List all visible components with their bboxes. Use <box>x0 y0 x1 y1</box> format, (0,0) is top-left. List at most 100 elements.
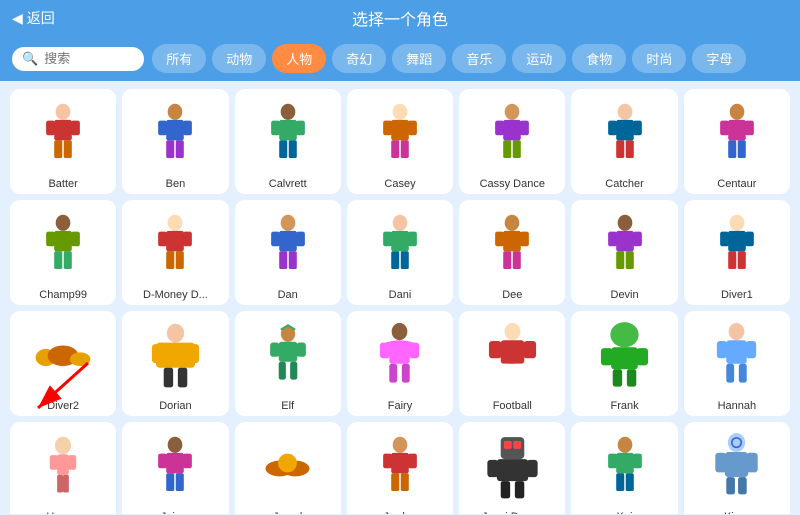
sprite-card[interactable]: Jaime <box>122 422 228 514</box>
sprite-name: Calvrett <box>269 178 307 190</box>
sprite-name: Hannah <box>718 400 757 412</box>
sprite-card[interactable]: Dani <box>347 200 453 305</box>
sprite-figure <box>351 206 449 287</box>
page-title: 选择一个角色 <box>352 12 448 29</box>
sprite-card[interactable]: Devin <box>571 200 677 305</box>
sprite-figure <box>14 95 112 176</box>
sprite-name: Dan <box>278 289 298 301</box>
sprite-figure <box>14 317 112 398</box>
back-button[interactable]: ◀ 返回 <box>12 8 55 28</box>
sprite-card[interactable]: Casey <box>347 89 453 194</box>
sprite-name: Fairy <box>388 400 412 412</box>
sprite-figure <box>575 428 673 509</box>
sprite-name: Devin <box>611 289 639 301</box>
category-btn-letters[interactable]: 字母 <box>692 44 746 73</box>
sprite-figure <box>14 428 112 509</box>
sprite-figure <box>239 317 337 398</box>
sprite-name: Kiran <box>724 511 750 514</box>
search-box[interactable]: 🔍 <box>12 47 144 71</box>
sprite-name: D-Money D... <box>143 289 208 301</box>
category-btn-food[interactable]: 食物 <box>572 44 626 73</box>
back-label: 返回 <box>27 8 55 28</box>
sprite-card[interactable]: Hannah <box>684 311 790 416</box>
sprite-figure <box>239 95 337 176</box>
sprite-card[interactable]: Kiran <box>684 422 790 514</box>
sprite-name: Batter <box>48 178 77 190</box>
sprite-name: Dee <box>502 289 522 301</box>
sprite-figure <box>463 428 561 509</box>
sprite-figure <box>688 317 786 398</box>
sprite-name: Jamal <box>273 511 302 514</box>
sprite-name: Jordyn <box>383 511 416 514</box>
sprite-name: Jouvi Dance <box>482 511 543 514</box>
sprite-card[interactable]: D-Money D... <box>122 200 228 305</box>
sprite-name: Jaime <box>161 511 190 514</box>
sprite-card[interactable]: Batter <box>10 89 116 194</box>
category-btn-all[interactable]: 所有 <box>152 44 206 73</box>
sprite-card[interactable]: Jouvi Dance <box>459 422 565 514</box>
sprite-figure <box>575 317 673 398</box>
sprite-name: Dorian <box>159 400 191 412</box>
sprite-card[interactable]: Cassy Dance <box>459 89 565 194</box>
category-buttons: 所有动物人物奇幻舞蹈音乐运动食物时尚字母 <box>152 44 746 73</box>
sprite-figure <box>126 206 224 287</box>
sprite-name: Diver2 <box>47 400 79 412</box>
sprite-figure <box>126 317 224 398</box>
category-btn-sports[interactable]: 运动 <box>512 44 566 73</box>
category-btn-people[interactable]: 人物 <box>272 44 326 73</box>
search-input[interactable] <box>44 51 134 66</box>
category-btn-animals[interactable]: 动物 <box>212 44 266 73</box>
sprite-figure <box>239 428 337 509</box>
sprite-card[interactable]: Centaur <box>684 89 790 194</box>
sprite-figure <box>351 95 449 176</box>
back-arrow-icon: ◀ <box>12 10 23 27</box>
sprite-name: Casey <box>384 178 415 190</box>
category-btn-fashion[interactable]: 时尚 <box>632 44 686 73</box>
sprite-card[interactable]: Fairy <box>347 311 453 416</box>
sprite-card[interactable]: Football <box>459 311 565 416</box>
sprite-figure <box>463 95 561 176</box>
sprite-figure <box>688 206 786 287</box>
category-btn-fantasy[interactable]: 奇幻 <box>332 44 386 73</box>
sprite-figure <box>126 95 224 176</box>
sprite-card[interactable]: Jordyn <box>347 422 453 514</box>
sprite-figure <box>463 317 561 398</box>
sprite-card[interactable]: Jamal <box>235 422 341 514</box>
sprite-card[interactable]: Elf <box>235 311 341 416</box>
sprite-name: Cassy Dance <box>480 178 545 190</box>
sprite-name: Kai <box>617 511 633 514</box>
title-bar: ◀ 返回 选择一个角色 <box>0 0 800 36</box>
sprite-name: Centaur <box>717 178 756 190</box>
sprite-card[interactable]: Harper <box>10 422 116 514</box>
sprite-name: Diver1 <box>721 289 753 301</box>
sprite-card[interactable]: Ben <box>122 89 228 194</box>
sprite-card[interactable]: Dee <box>459 200 565 305</box>
sprite-name: Frank <box>611 400 639 412</box>
sprite-card[interactable]: Catcher <box>571 89 677 194</box>
sprite-grid: Batter Ben Calvrett Casey <box>0 81 800 514</box>
sprite-name: Dani <box>389 289 412 301</box>
sprite-figure <box>351 317 449 398</box>
sprite-card[interactable]: Diver2 <box>10 311 116 416</box>
sprite-figure <box>126 428 224 509</box>
sprite-card[interactable]: Frank <box>571 311 677 416</box>
sprite-figure <box>688 95 786 176</box>
category-btn-dance[interactable]: 舞蹈 <box>392 44 446 73</box>
toolbar: 🔍 所有动物人物奇幻舞蹈音乐运动食物时尚字母 <box>0 36 800 81</box>
sprite-card[interactable]: Diver1 <box>684 200 790 305</box>
sprite-name: Football <box>493 400 532 412</box>
sprite-card[interactable]: Champ99 <box>10 200 116 305</box>
sprite-figure <box>14 206 112 287</box>
sprite-card[interactable]: Dan <box>235 200 341 305</box>
sprite-name: Champ99 <box>39 289 87 301</box>
search-icon: 🔍 <box>22 51 38 67</box>
sprite-figure <box>575 95 673 176</box>
sprite-card[interactable]: Dorian <box>122 311 228 416</box>
sprite-name: Ben <box>166 178 186 190</box>
sprite-figure <box>239 206 337 287</box>
sprite-figure <box>575 206 673 287</box>
category-btn-music[interactable]: 音乐 <box>452 44 506 73</box>
sprite-card[interactable]: Calvrett <box>235 89 341 194</box>
sprite-figure <box>351 428 449 509</box>
sprite-card[interactable]: Kai <box>571 422 677 514</box>
